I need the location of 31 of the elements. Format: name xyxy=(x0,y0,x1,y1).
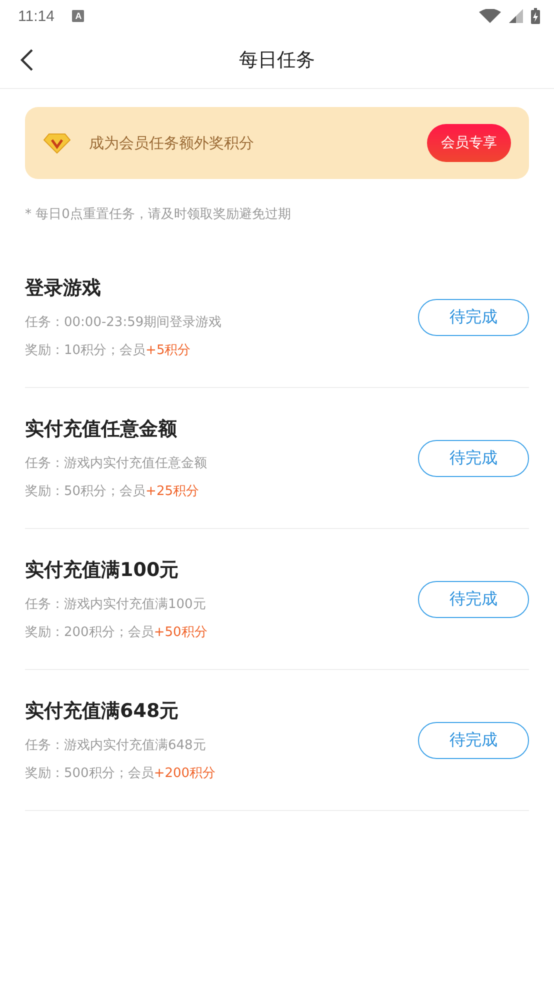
status-button[interactable]: 待完成 xyxy=(418,722,529,758)
reward-text: 奖励：10积分；会员 xyxy=(25,343,146,358)
banner-text: 成为会员任务额外奖积分 xyxy=(89,134,255,152)
diamond-icon xyxy=(43,132,71,154)
vip-button[interactable]: 会员专享 xyxy=(427,124,511,162)
bonus-text: +50积分 xyxy=(154,625,208,640)
bonus-text: +5积分 xyxy=(146,343,191,358)
task-description: 任务：00:00-23:59期间登录游戏 xyxy=(25,314,223,331)
task-description: 任务：游戏内实付充值满100元 xyxy=(25,596,207,613)
back-icon[interactable] xyxy=(20,49,34,71)
task-title: 实付充值任意金额 xyxy=(25,417,178,442)
status-button[interactable]: 待完成 xyxy=(418,440,529,476)
task-title: 实付充值满648元 xyxy=(25,699,180,724)
task-description: 任务：游戏内实付充值任意金额 xyxy=(25,455,208,472)
status-button[interactable]: 待完成 xyxy=(418,580,529,618)
status-time: 11:14 xyxy=(18,8,54,24)
reset-note: * 每日0点重置任务，请及时领取奖励避免过期 xyxy=(25,206,292,223)
battery-icon xyxy=(531,8,540,24)
reward-text: 奖励：200积分；会员 xyxy=(25,625,154,640)
task-title: 实付充值满100元 xyxy=(25,558,180,583)
reward-text: 奖励：50积分；会员 xyxy=(25,484,146,499)
wifi-icon xyxy=(479,9,501,23)
bonus-text: +200积分 xyxy=(154,766,216,781)
task-description: 任务：游戏内实付充值满648元 xyxy=(25,737,207,754)
page-title: 每日任务 xyxy=(239,48,315,73)
notification-icon: A xyxy=(72,10,84,22)
bonus-text: +25积分 xyxy=(146,484,199,499)
status-button[interactable]: 待完成 xyxy=(418,298,529,336)
reward-text: 奖励：500积分；会员 xyxy=(25,766,154,781)
signal-icon xyxy=(509,9,523,23)
task-title: 登录游戏 xyxy=(25,276,102,301)
